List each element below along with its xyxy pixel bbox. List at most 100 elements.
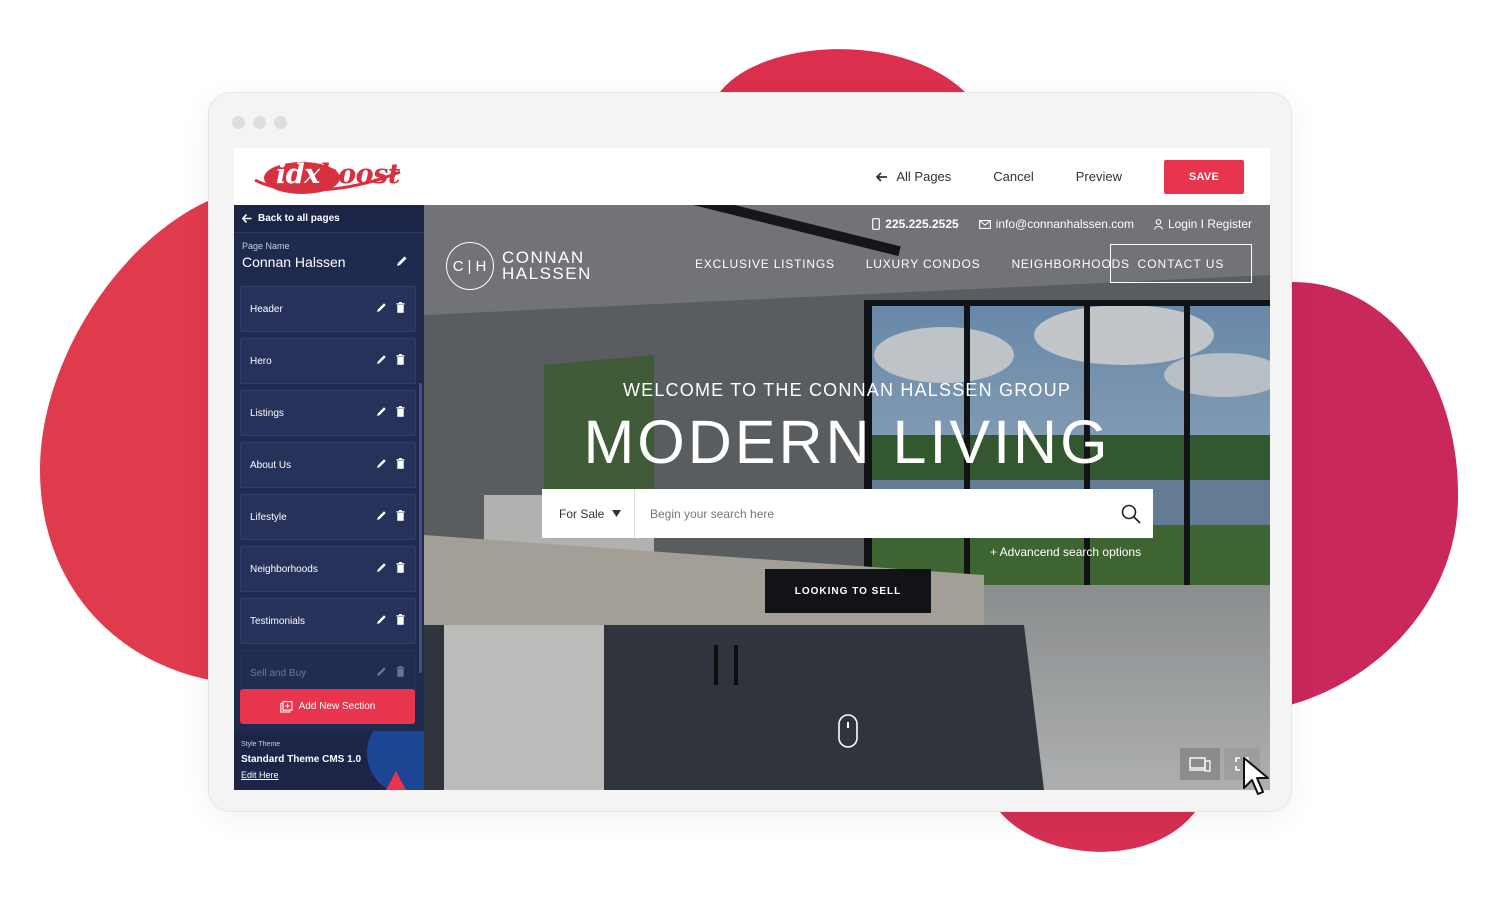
topbar-actions: All Pages Cancel Preview SAVE — [876, 148, 1246, 205]
trash-icon[interactable] — [396, 354, 405, 365]
pencil-icon[interactable] — [376, 614, 387, 625]
search-button[interactable] — [1109, 489, 1153, 538]
section-item[interactable]: About Us — [240, 442, 416, 488]
mail-icon — [978, 219, 991, 229]
pencil-icon[interactable] — [376, 406, 387, 417]
search-type-select[interactable]: For Sale — [542, 489, 635, 538]
pencil-icon[interactable] — [376, 458, 387, 469]
editor-sidebar: Back to all pages Page Name Connan Halss… — [234, 205, 424, 790]
section-item-label: Testimonials — [250, 615, 306, 627]
window-dot[interactable] — [253, 116, 266, 129]
email-address: info@connanhalssen.com — [995, 217, 1134, 231]
style-theme-box: Style Theme Standard Theme CMS 1.0 Edit … — [234, 731, 424, 790]
section-item[interactable]: Header — [240, 286, 416, 332]
login-label: Login I Register — [1167, 217, 1252, 231]
hero-headline: MODERN LIVING — [583, 408, 1111, 476]
window-dot[interactable] — [274, 116, 287, 129]
sidebar-scrollbar[interactable] — [419, 383, 422, 673]
mouse-scroll-icon — [838, 714, 858, 748]
search-input[interactable] — [635, 489, 1109, 538]
site-logo-text: CONNAN HALSSEN — [502, 248, 592, 283]
section-actions — [376, 614, 405, 625]
window-dot[interactable] — [232, 116, 245, 129]
section-item-label: Header — [250, 303, 283, 315]
nav-exclusive-listings[interactable]: EXCLUSIVE LISTINGS — [695, 257, 835, 271]
section-item[interactable]: Listings — [240, 390, 416, 436]
pencil-icon[interactable] — [376, 666, 387, 677]
section-item-label: Listings — [250, 407, 284, 419]
section-actions — [376, 562, 405, 573]
looking-to-sell-button[interactable]: LOOKING TO SELL — [765, 569, 931, 613]
logo-text: idxboost — [276, 159, 400, 190]
save-button[interactable]: SAVE — [1164, 159, 1244, 194]
trash-icon[interactable] — [396, 562, 405, 573]
section-actions — [376, 458, 405, 469]
section-actions — [376, 510, 405, 521]
window-controls — [232, 116, 287, 129]
trash-icon[interactable] — [396, 614, 405, 625]
site-contact-bar: 225.225.2525 info@connanhalssen.com Logi… — [872, 217, 1252, 231]
section-item-label: Hero — [250, 355, 272, 367]
devices-icon — [1189, 756, 1211, 772]
trash-icon[interactable] — [396, 666, 405, 677]
user-icon — [1154, 218, 1163, 230]
cursor-icon — [1243, 757, 1269, 795]
phone-icon — [872, 218, 881, 230]
trash-icon[interactable] — [396, 406, 405, 417]
section-item-label: Sell and Buy — [250, 667, 307, 679]
pencil-icon[interactable] — [376, 354, 387, 365]
page-name-label: Page Name — [242, 241, 290, 251]
section-item-label: Lifestyle — [250, 511, 287, 523]
pencil-icon[interactable] — [395, 255, 408, 268]
style-theme-label: Style Theme — [241, 741, 281, 748]
trash-icon[interactable] — [396, 302, 405, 313]
contact-us-button[interactable]: CONTACT US — [1110, 244, 1252, 283]
pencil-icon[interactable] — [376, 510, 387, 521]
add-section-label: Add New Section — [298, 701, 376, 712]
all-pages-link[interactable]: All Pages — [876, 169, 951, 184]
section-item-label: Neighborhoods — [250, 563, 318, 575]
trash-icon[interactable] — [396, 510, 405, 521]
site-phone[interactable]: 225.225.2525 — [872, 217, 959, 231]
site-logo[interactable]: C | H CONNAN HALSSEN — [446, 242, 592, 290]
search-bar: For Sale — [542, 489, 1153, 538]
section-item[interactable]: Neighborhoods — [240, 546, 416, 592]
add-new-section-button[interactable]: Add New Section — [240, 689, 415, 724]
idxboost-logo[interactable]: idxboost — [250, 154, 418, 200]
stage: idxboost All Pages Cancel Preview SAVE B… — [0, 0, 1500, 900]
section-actions — [376, 354, 405, 365]
editor-topbar: idxboost All Pages Cancel Preview SAVE — [234, 148, 1270, 205]
site-nav: EXCLUSIVE LISTINGS LUXURY CONDOS NEIGHBO… — [695, 257, 1130, 271]
cancel-button[interactable]: Cancel — [993, 169, 1033, 184]
preview-label: Preview — [1075, 169, 1122, 184]
caret-down-icon — [612, 510, 622, 517]
search-type-value: For Sale — [559, 506, 605, 521]
site-preview: 225.225.2525 info@connanhalssen.com Logi… — [424, 205, 1270, 790]
phone-number: 225.225.2525 — [885, 217, 959, 231]
arrow-left-icon — [242, 214, 252, 223]
section-item[interactable]: Hero — [240, 338, 416, 384]
section-actions — [376, 666, 405, 677]
site-email[interactable]: info@connanhalssen.com — [978, 217, 1134, 231]
site-login[interactable]: Login I Register — [1154, 217, 1252, 231]
arrow-left-icon — [876, 171, 888, 182]
add-section-icon — [279, 700, 293, 713]
site-logo-monogram: C | H — [446, 242, 494, 290]
preview-button[interactable]: Preview — [1076, 169, 1122, 184]
section-item[interactable]: Lifestyle — [240, 494, 416, 540]
hero-welcome: WELCOME TO THE CONNAN HALSSEN GROUP — [622, 380, 1072, 400]
section-item[interactable]: Testimonials — [240, 598, 416, 644]
pencil-icon[interactable] — [376, 302, 387, 313]
all-pages-label: All Pages — [896, 169, 952, 184]
page-name-value: Connan Halssen — [242, 254, 346, 270]
pencil-icon[interactable] — [376, 562, 387, 573]
advanced-search-link[interactable]: + Advancend search options — [990, 545, 1141, 559]
back-label: Back to all pages — [258, 213, 340, 224]
device-preview-button[interactable] — [1180, 748, 1220, 780]
trash-icon[interactable] — [396, 458, 405, 469]
nav-luxury-condos[interactable]: LUXURY CONDOS — [866, 257, 981, 271]
back-to-pages-link[interactable]: Back to all pages — [234, 205, 424, 233]
edit-theme-link[interactable]: Edit Here — [241, 770, 279, 780]
section-actions — [376, 302, 405, 313]
search-icon — [1121, 504, 1141, 524]
